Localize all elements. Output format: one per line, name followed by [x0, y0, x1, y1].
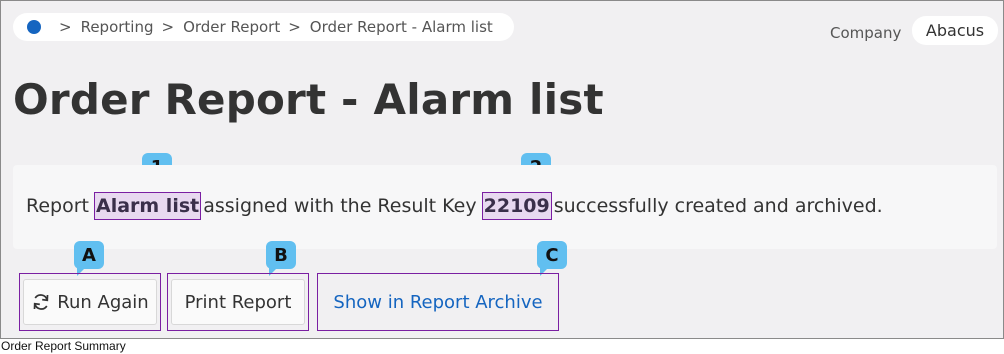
callout-badge-a: A: [74, 241, 104, 276]
app-frame: > Reporting > Order Report > Order Repor…: [0, 0, 1004, 339]
report-name: Alarm list: [93, 192, 202, 220]
message-text: Report Alarm list assigned with the Resu…: [26, 192, 883, 220]
run-again-button[interactable]: Run Again: [23, 279, 157, 325]
breadcrumb: > Reporting > Order Report > Order Repor…: [13, 13, 514, 41]
figure-caption: Order Report Summary: [1, 339, 126, 353]
company-selector[interactable]: Abacus: [912, 16, 998, 45]
result-key: 22109: [481, 192, 552, 220]
success-message: Report Alarm list assigned with the Resu…: [13, 165, 997, 249]
callout-badge-b: B: [266, 241, 296, 276]
chevron-right-icon: >: [288, 18, 301, 36]
callout-badge-c: C: [537, 241, 567, 276]
chevron-right-icon: >: [59, 18, 72, 36]
message-middle: assigned with the Result Key: [203, 195, 477, 217]
breadcrumb-item-reporting[interactable]: Reporting: [81, 18, 154, 36]
breadcrumb-item-order-report[interactable]: Order Report: [183, 18, 280, 36]
company-label: Company: [830, 24, 902, 42]
message-suffix: successfully created and archived.: [553, 195, 883, 217]
page-title: Order Report - Alarm list: [13, 75, 604, 124]
breadcrumb-item-current: Order Report - Alarm list: [309, 18, 493, 36]
print-report-highlight: Print Report: [167, 273, 309, 331]
show-in-report-archive-link[interactable]: Show in Report Archive: [321, 279, 554, 325]
print-report-button[interactable]: Print Report: [171, 279, 305, 325]
message-prefix: Report: [26, 195, 89, 217]
run-again-label: Run Again: [57, 291, 149, 313]
refresh-icon: [31, 292, 51, 312]
home-icon[interactable]: [27, 20, 41, 34]
show-archive-highlight: Show in Report Archive: [317, 273, 559, 331]
run-again-highlight: Run Again: [19, 273, 161, 331]
chevron-right-icon: >: [161, 18, 175, 36]
